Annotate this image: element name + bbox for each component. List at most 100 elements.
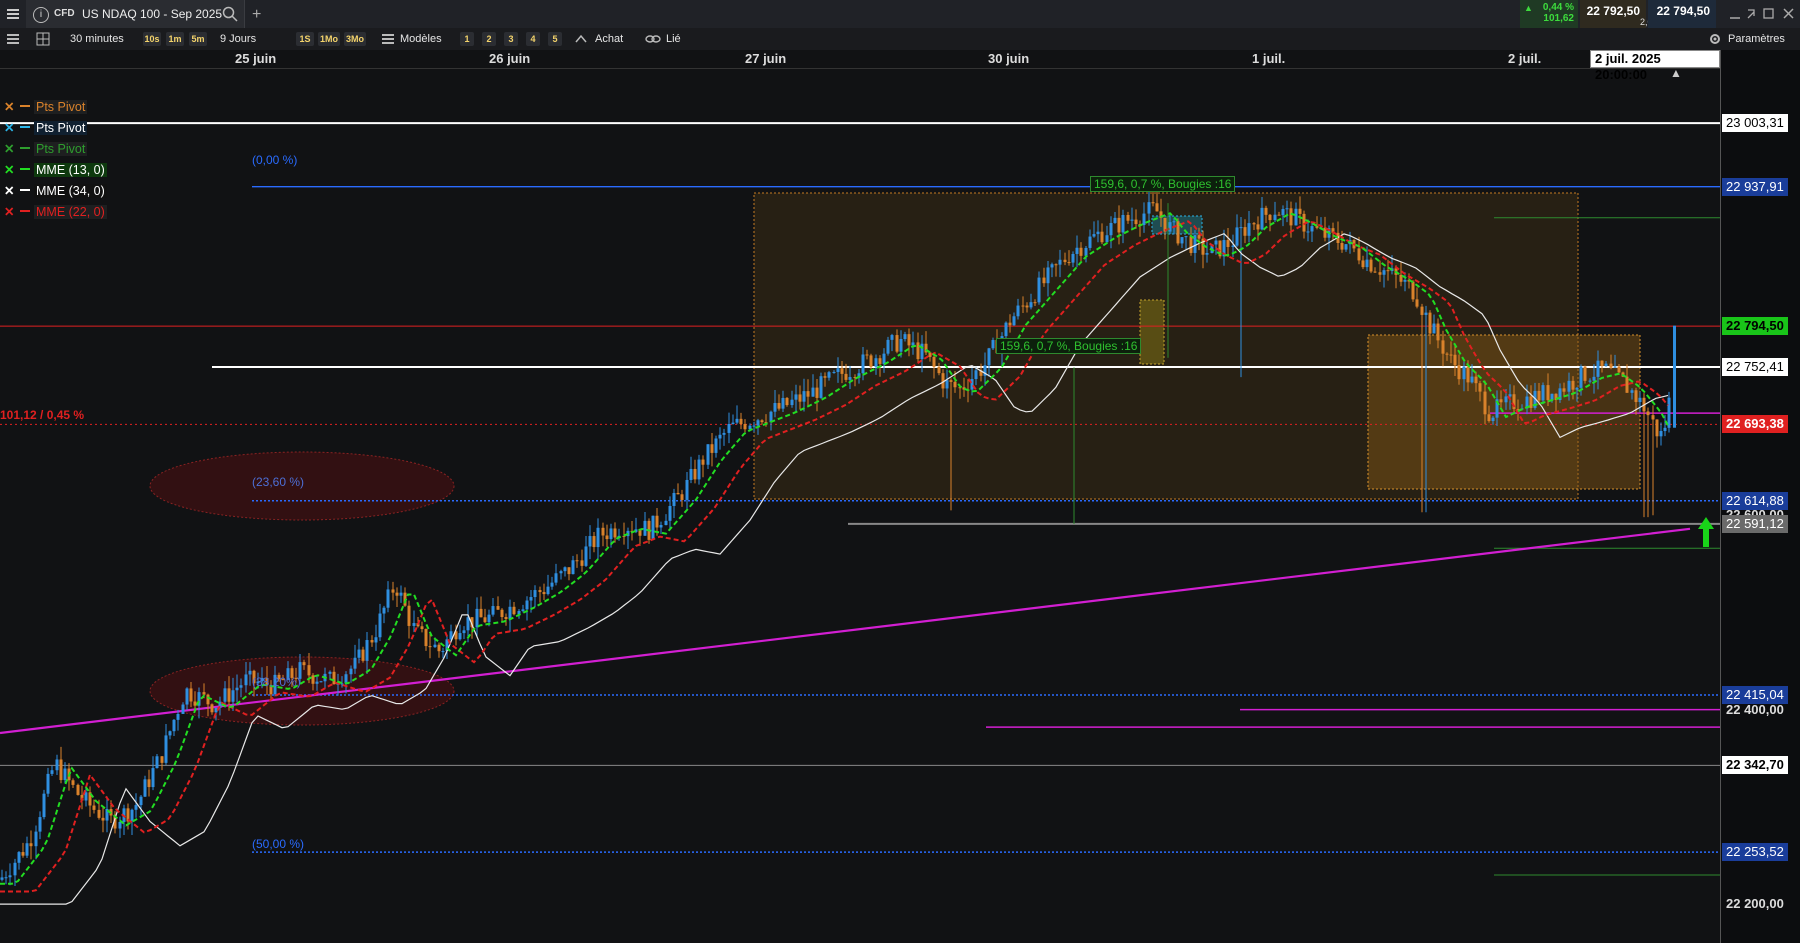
price-chart[interactable]: [0, 68, 1720, 943]
range-select[interactable]: 9 Jours: [220, 31, 256, 47]
window-controls: [1728, 6, 1798, 22]
candle-body: [861, 354, 865, 374]
link-icon[interactable]: [645, 33, 661, 48]
candle-body: [92, 805, 96, 810]
candle-body: [1121, 214, 1125, 233]
candle-body: [248, 670, 252, 675]
candle-body: [563, 567, 567, 572]
candle-body: [1474, 376, 1478, 384]
candle-body: [718, 434, 722, 439]
candle-body: [722, 432, 726, 435]
candle-body: [1596, 360, 1600, 377]
candle-body: [1579, 366, 1583, 388]
legend-label: Pts Pivot: [34, 121, 88, 135]
search-icon[interactable]: [222, 6, 238, 22]
ask-price[interactable]: 22 794,50: [1648, 0, 1716, 28]
menu-icon[interactable]: [6, 7, 20, 21]
candle-body: [1436, 323, 1440, 341]
legend-close-icon[interactable]: ✕: [4, 203, 18, 221]
legend-item[interactable]: ✕ MME (13, 0): [4, 161, 107, 179]
legend-close-icon[interactable]: ✕: [4, 119, 18, 137]
candle-body: [811, 387, 815, 397]
candle-body: [1571, 380, 1575, 390]
candle-body: [1256, 224, 1260, 230]
buy-icon[interactable]: [574, 32, 588, 49]
candle-body: [491, 606, 495, 615]
candle-body: [1025, 305, 1029, 308]
candle-body: [349, 668, 353, 675]
candle-body: [1445, 353, 1449, 355]
candle-body: [1638, 397, 1642, 403]
range-1mo[interactable]: 1Mo: [318, 32, 340, 46]
candle-body: [55, 759, 59, 771]
price-label-22253: 22 253,52: [1722, 843, 1788, 862]
candle-body: [529, 597, 533, 601]
layout-5-button[interactable]: 5: [548, 32, 562, 46]
candle-body: [869, 355, 873, 367]
range-3mo[interactable]: 3Mo: [344, 32, 366, 46]
candle-body: [1344, 244, 1348, 250]
candle-body: [937, 366, 941, 374]
models-button[interactable]: Modèles: [400, 31, 442, 47]
bid-value: 22 792,50: [1586, 4, 1640, 18]
settings-button[interactable]: Paramètres: [1728, 31, 1785, 47]
candle-body: [97, 809, 101, 818]
range-1s[interactable]: 1S: [296, 32, 314, 46]
layout-2-button[interactable]: 2: [482, 32, 496, 46]
settings-icon[interactable]: [1708, 32, 1722, 49]
candle-body: [655, 515, 659, 528]
legend-color-swatch: [20, 167, 30, 170]
candle-body: [1491, 417, 1495, 422]
candle-body: [916, 342, 920, 360]
legend-close-icon[interactable]: ✕: [4, 182, 18, 200]
candle-body: [575, 560, 579, 562]
candle-body: [462, 630, 466, 634]
chart-menu-icon[interactable]: [6, 32, 20, 49]
candle-body: [1462, 366, 1466, 380]
measure-label-top: 159,6, 0,7 %, Bougies :16: [1090, 176, 1236, 192]
candle-body: [1096, 231, 1100, 235]
legend-item[interactable]: ✕ Pts Pivot: [4, 119, 88, 137]
candle-body: [1113, 217, 1117, 223]
instrument-tab[interactable]: i CFD US NDAQ 100 - Sep 2025: [26, 0, 245, 28]
layout-3-button[interactable]: 3: [504, 32, 518, 46]
legend-item[interactable]: ✕ Pts Pivot: [4, 140, 88, 158]
interval-1m[interactable]: 1m: [166, 32, 184, 46]
candle-body: [147, 779, 151, 788]
add-tab-icon[interactable]: +: [252, 6, 261, 24]
legend-label: MME (34, 0): [34, 184, 107, 198]
legend-close-icon[interactable]: ✕: [4, 161, 18, 179]
linked-button[interactable]: Lié: [666, 31, 681, 47]
layout-icon[interactable]: [36, 32, 50, 49]
candle-body: [1420, 306, 1424, 315]
legend-item[interactable]: ✕ Pts Pivot: [4, 98, 88, 116]
time-label-30-juin: 30 juin: [988, 51, 1030, 66]
candle-body: [752, 425, 756, 427]
interval-5m[interactable]: 5m: [189, 32, 207, 46]
candle-body: [160, 756, 164, 763]
legend-item[interactable]: ✕ MME (34, 0): [4, 182, 107, 200]
candle-body: [1105, 235, 1109, 243]
scroll-up-icon[interactable]: ▲: [1670, 66, 1682, 80]
layout-4-button[interactable]: 4: [526, 32, 540, 46]
bid-price[interactable]: 22 792,50: [1580, 0, 1646, 28]
candle-body: [1252, 223, 1256, 225]
candle-body: [571, 560, 575, 575]
candle-body: [1142, 213, 1146, 226]
candle-body: [353, 657, 357, 669]
models-icon[interactable]: [382, 33, 394, 48]
interval-select[interactable]: 30 minutes: [70, 31, 124, 47]
info-icon[interactable]: i: [33, 7, 49, 23]
candle-body: [441, 651, 445, 653]
candle-body: [1134, 219, 1138, 225]
candle-body: [17, 852, 21, 863]
legend-item[interactable]: ✕ MME (22, 0): [4, 203, 107, 221]
layout-1-button[interactable]: 1: [460, 32, 474, 46]
candle-body: [1634, 390, 1638, 403]
price-label-23003: 23 003,31: [1722, 114, 1788, 133]
buy-button[interactable]: Achat: [595, 31, 623, 47]
legend-close-icon[interactable]: ✕: [4, 140, 18, 158]
candle-body: [1411, 281, 1415, 300]
interval-10s[interactable]: 10s: [143, 32, 161, 46]
legend-close-icon[interactable]: ✕: [4, 98, 18, 116]
